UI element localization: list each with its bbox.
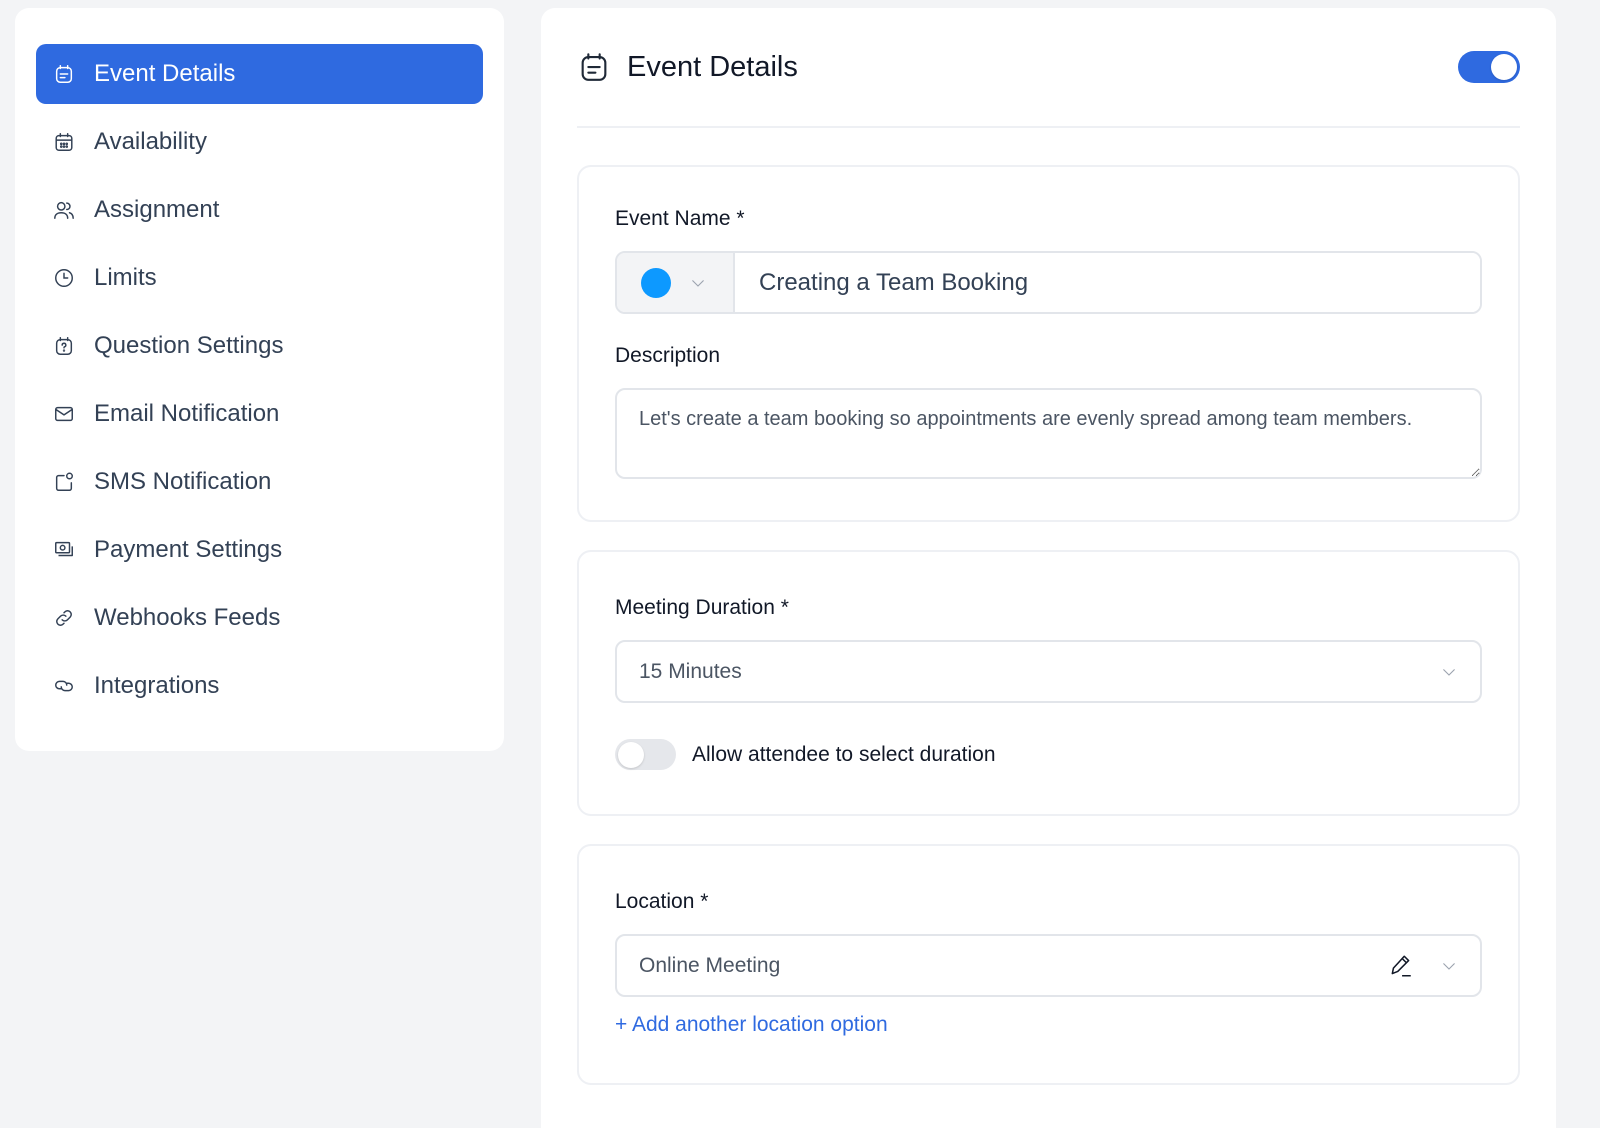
- sidebar-item-label: SMS Notification: [94, 468, 272, 495]
- sidebar-item-label: Assignment: [94, 196, 220, 223]
- description-label: Description: [615, 344, 721, 367]
- envelope-icon: [52, 402, 76, 426]
- sidebar-item-question-settings[interactable]: Question Settings: [36, 316, 483, 376]
- sidebar-item-label: Payment Settings: [94, 536, 283, 563]
- event-name-field: [615, 251, 1482, 314]
- clock-icon: [52, 266, 76, 290]
- integration-icon: [52, 674, 76, 698]
- main-panel: Event Details Event Name * Description L…: [541, 8, 1556, 1128]
- sidebar-item-assignment[interactable]: Assignment: [36, 180, 483, 240]
- event-info-card: Event Name * Description Let's create a …: [577, 165, 1520, 522]
- chevron-down-icon: [1440, 957, 1458, 975]
- panel-header: Event Details: [577, 8, 1520, 128]
- description-textarea[interactable]: Let's create a team booking so appointme…: [615, 388, 1482, 479]
- calendar-note-icon: [52, 62, 76, 86]
- page-title: Event Details: [627, 50, 798, 83]
- calendar-question-icon: [52, 334, 76, 358]
- message-badge-icon: [52, 470, 76, 494]
- sidebar-item-payment-settings[interactable]: Payment Settings: [36, 520, 483, 580]
- allow-duration-toggle[interactable]: [615, 739, 676, 770]
- meeting-duration-select[interactable]: 15 Minutes: [615, 640, 1482, 703]
- sidebar-item-event-details[interactable]: Event Details: [36, 44, 483, 104]
- sidebar-item-label: Event Details: [94, 60, 236, 87]
- sidebar-item-label: Limits: [94, 264, 157, 291]
- meeting-duration-value: 15 Minutes: [639, 659, 742, 683]
- sidebar-item-availability[interactable]: Availability: [36, 112, 483, 172]
- link-icon: [52, 606, 76, 630]
- sidebar-item-label: Webhooks Feeds: [94, 604, 281, 631]
- sidebar-item-email-notification[interactable]: Email Notification: [36, 384, 483, 444]
- location-label: Location *: [615, 890, 709, 913]
- pencil-edit-icon[interactable]: [1388, 953, 1414, 979]
- sidebar-item-label: Email Notification: [94, 400, 280, 427]
- duration-card: Meeting Duration * 15 Minutes Allow atte…: [577, 550, 1520, 816]
- color-swatch: [641, 267, 671, 298]
- users-icon: [52, 198, 76, 222]
- allow-duration-label: Allow attendee to select duration: [692, 742, 996, 766]
- meeting-duration-label: Meeting Duration *: [615, 596, 789, 619]
- sidebar-item-label: Question Settings: [94, 332, 284, 359]
- sidebar-item-sms-notification[interactable]: SMS Notification: [36, 452, 483, 512]
- toggle-knob: [1491, 54, 1517, 80]
- color-picker-button[interactable]: [617, 253, 735, 312]
- toggle-knob: [618, 742, 644, 768]
- chevron-down-icon: [1440, 663, 1458, 681]
- allow-duration-row: Allow attendee to select duration: [615, 739, 1482, 770]
- money-icon: [52, 538, 76, 562]
- location-select[interactable]: Online Meeting: [615, 934, 1482, 997]
- event-enabled-toggle[interactable]: [1458, 51, 1520, 83]
- sidebar-item-integrations[interactable]: Integrations: [36, 656, 483, 716]
- event-name-input[interactable]: [735, 253, 1480, 312]
- sidebar: Event Details Availability Assignment Li…: [15, 8, 504, 751]
- calendar-note-icon: [577, 50, 611, 84]
- event-name-label: Event Name *: [615, 207, 745, 230]
- chevron-down-icon: [689, 274, 707, 292]
- location-card: Location * Online Meeting + Add another …: [577, 844, 1520, 1085]
- sidebar-item-label: Availability: [94, 128, 207, 155]
- sidebar-item-limits[interactable]: Limits: [36, 248, 483, 308]
- location-value: Online Meeting: [639, 953, 781, 977]
- add-location-link[interactable]: + Add another location option: [615, 1013, 888, 1037]
- sidebar-item-label: Integrations: [94, 672, 220, 699]
- sidebar-item-webhooks-feeds[interactable]: Webhooks Feeds: [36, 588, 483, 648]
- calendar-icon: [52, 130, 76, 154]
